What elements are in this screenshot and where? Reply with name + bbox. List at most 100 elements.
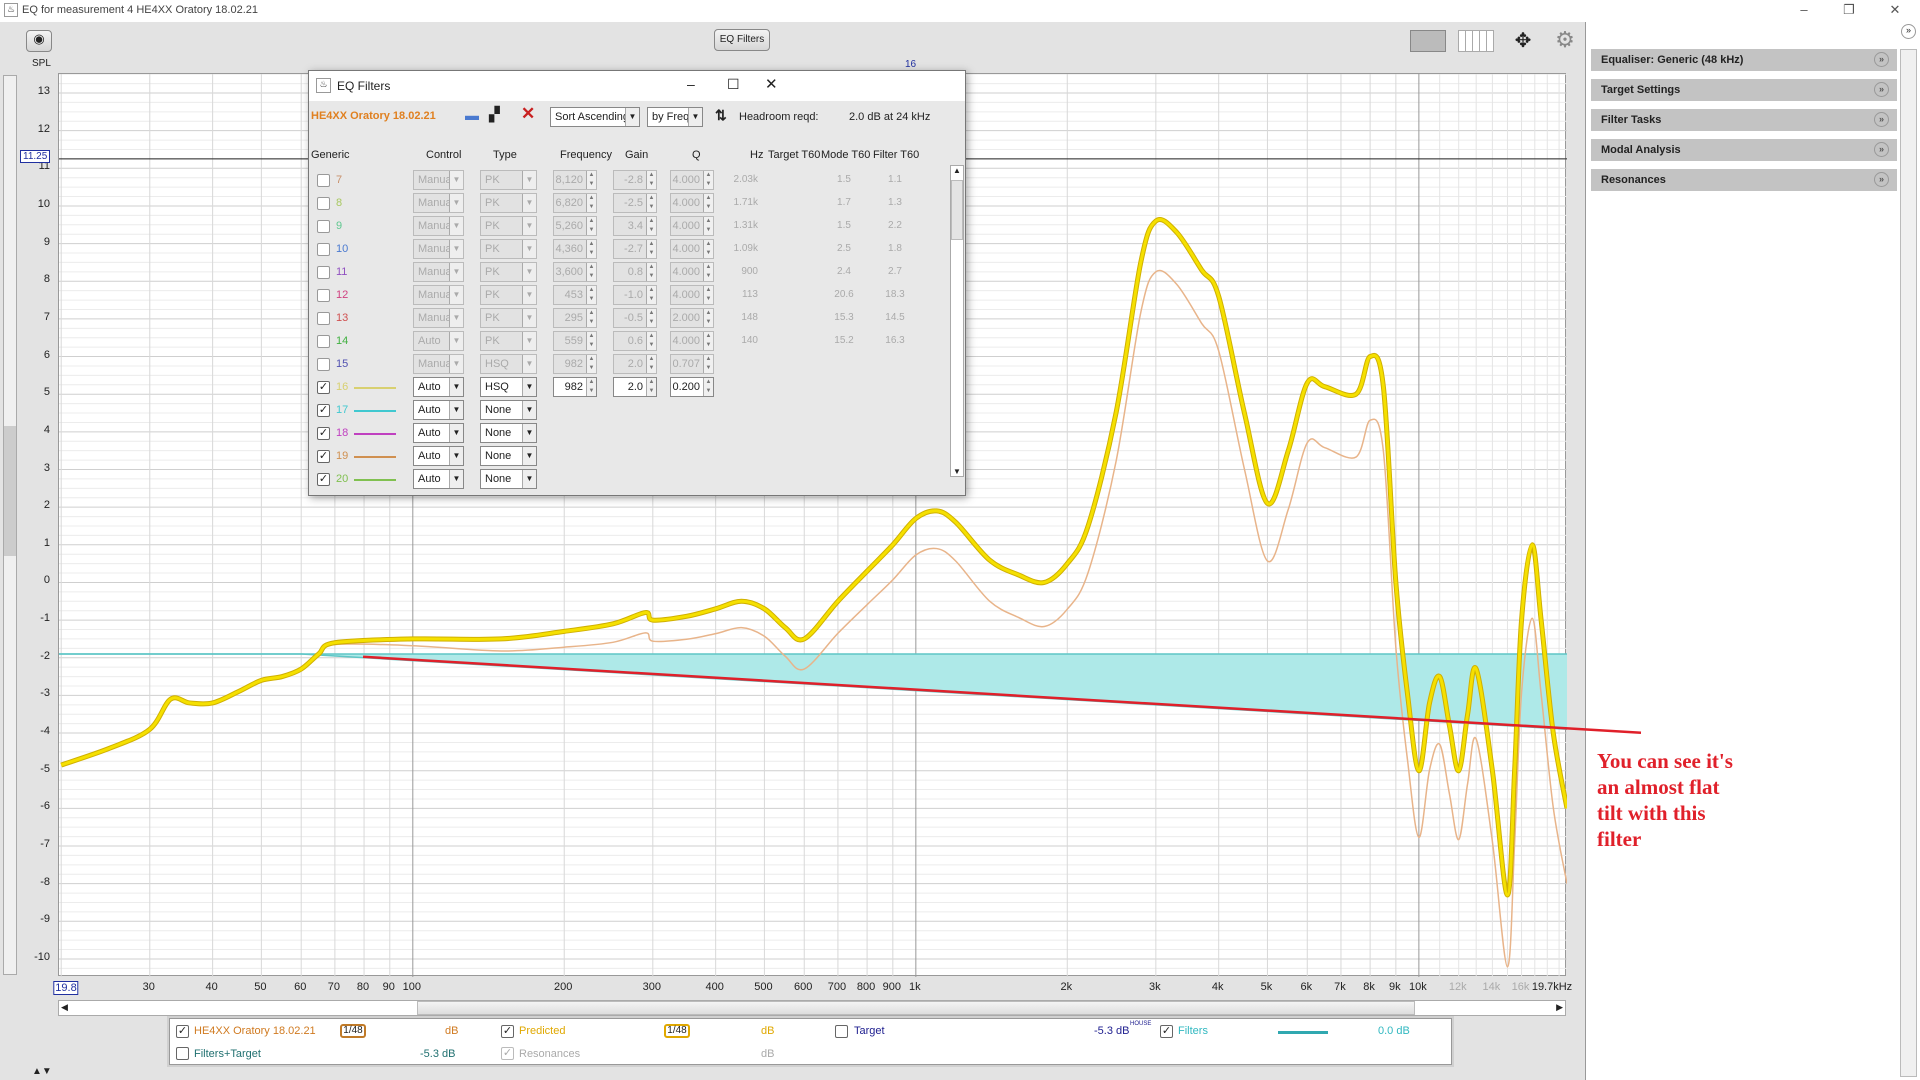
collapse-arrows-icon[interactable]: ▲▼: [32, 1066, 52, 1077]
dialog-maximize-button[interactable]: ☐: [727, 76, 740, 93]
right-panel-scrollbar[interactable]: [1900, 49, 1917, 1077]
control-select[interactable]: Auto ▼: [413, 400, 464, 420]
frequency-spinner[interactable]: 4,360 ▲ ▼: [553, 239, 597, 259]
gear-icon[interactable]: ⚙: [1552, 27, 1578, 53]
dialog-minimize-button[interactable]: –: [687, 76, 695, 92]
spinner-arrows-icon[interactable]: ▲ ▼: [586, 286, 596, 304]
spinner-arrows-icon[interactable]: ▲ ▼: [586, 217, 596, 235]
spinner-arrows-icon[interactable]: ▲ ▼: [586, 378, 596, 396]
spinner-arrows-icon[interactable]: ▲ ▼: [646, 332, 656, 350]
columns-icon[interactable]: [1458, 30, 1494, 52]
spinner-arrows-icon[interactable]: ▲ ▼: [703, 332, 713, 350]
gain-spinner[interactable]: 3.4 ▲ ▼: [613, 216, 657, 236]
q-spinner[interactable]: 0.200 ▲ ▼: [670, 377, 714, 397]
scroll-up-icon[interactable]: ▲: [953, 166, 961, 175]
filters-checkbox[interactable]: ✓: [1160, 1025, 1173, 1038]
spinner-arrows-icon[interactable]: ▲ ▼: [646, 355, 656, 373]
control-select[interactable]: Auto ▼: [413, 469, 464, 489]
spinner-arrows-icon[interactable]: ▲ ▼: [703, 286, 713, 304]
spinner-arrows-icon[interactable]: ▲ ▼: [586, 263, 596, 281]
camera-icon[interactable]: ◉: [26, 30, 52, 52]
q-spinner[interactable]: 4.000 ▲ ▼: [670, 193, 714, 213]
spinner-arrows-icon[interactable]: ▲ ▼: [703, 378, 713, 396]
control-select[interactable]: Manual ▼: [413, 193, 464, 213]
gain-spinner[interactable]: -2.5 ▲ ▼: [613, 193, 657, 213]
type-select[interactable]: None ▼: [480, 400, 537, 420]
q-spinner[interactable]: 4.000 ▲ ▼: [670, 170, 714, 190]
spinner-arrows-icon[interactable]: ▲ ▼: [646, 263, 656, 281]
measurement-checkbox[interactable]: ✓: [176, 1025, 189, 1038]
gain-spinner[interactable]: -2.8 ▲ ▼: [613, 170, 657, 190]
scroll-down-icon[interactable]: ▼: [953, 467, 961, 476]
q-spinner[interactable]: 4.000 ▲ ▼: [670, 216, 714, 236]
spinner-arrows-icon[interactable]: ▲ ▼: [586, 194, 596, 212]
horizontal-scroll-thumb[interactable]: [417, 1001, 1415, 1015]
type-select[interactable]: PK ▼: [480, 262, 537, 282]
filter-enable-checkbox[interactable]: [317, 197, 330, 210]
control-select[interactable]: Auto ▼: [413, 331, 464, 351]
spinner-arrows-icon[interactable]: ▲ ▼: [703, 240, 713, 258]
type-select[interactable]: PK ▼: [480, 239, 537, 259]
gain-spinner[interactable]: 0.6 ▲ ▼: [613, 331, 657, 351]
q-spinner[interactable]: 4.000 ▲ ▼: [670, 239, 714, 259]
filter-enable-checkbox[interactable]: [317, 266, 330, 279]
panel-section-2[interactable]: Filter Tasks »: [1591, 109, 1897, 131]
restore-button[interactable]: ❐: [1834, 2, 1864, 20]
q-spinner[interactable]: 2.000 ▲ ▼: [670, 308, 714, 328]
save-filters-icon[interactable]: ▞: [489, 106, 500, 123]
spinner-arrows-icon[interactable]: ▲ ▼: [646, 286, 656, 304]
delete-filters-icon[interactable]: ✕: [521, 104, 535, 124]
open-folder-icon[interactable]: ▬: [465, 107, 479, 123]
q-spinner[interactable]: 4.000 ▲ ▼: [670, 285, 714, 305]
frequency-spinner[interactable]: 5,260 ▲ ▼: [553, 216, 597, 236]
frequency-spinner[interactable]: 559 ▲ ▼: [553, 331, 597, 351]
scroll-left-icon[interactable]: ◀: [61, 1002, 68, 1013]
sort-by-select[interactable]: by Freq ▼: [647, 107, 703, 127]
spinner-arrows-icon[interactable]: ▲ ▼: [646, 171, 656, 189]
sort-order-select[interactable]: Sort Ascending ▼: [550, 107, 640, 127]
control-select[interactable]: Auto ▼: [413, 377, 464, 397]
spinner-arrows-icon[interactable]: ▲ ▼: [703, 309, 713, 327]
gain-spinner[interactable]: -1.0 ▲ ▼: [613, 285, 657, 305]
expand-chevron-icon[interactable]: »: [1874, 112, 1889, 127]
control-select[interactable]: Manual ▼: [413, 216, 464, 236]
spinner-arrows-icon[interactable]: ▲ ▼: [586, 309, 596, 327]
control-select[interactable]: Manual ▼: [413, 170, 464, 190]
spinner-arrows-icon[interactable]: ▲ ▼: [646, 309, 656, 327]
spinner-arrows-icon[interactable]: ▲ ▼: [586, 332, 596, 350]
control-select[interactable]: Manual ▼: [413, 285, 464, 305]
filter-enable-checkbox[interactable]: [317, 220, 330, 233]
type-select[interactable]: None ▼: [480, 469, 537, 489]
resonances-checkbox[interactable]: ✓: [501, 1047, 514, 1060]
type-select[interactable]: PK ▼: [480, 193, 537, 213]
filter-enable-checkbox[interactable]: [317, 243, 330, 256]
close-button[interactable]: ✕: [1880, 2, 1910, 20]
type-select[interactable]: PK ▼: [480, 170, 537, 190]
filter-enable-checkbox[interactable]: [317, 174, 330, 187]
expand-chevron-icon[interactable]: »: [1874, 172, 1889, 187]
frequency-spinner[interactable]: 982 ▲ ▼: [553, 377, 597, 397]
control-select[interactable]: Auto ▼: [413, 423, 464, 443]
spinner-arrows-icon[interactable]: ▲ ▼: [703, 171, 713, 189]
expand-chevron-icon[interactable]: »: [1874, 52, 1889, 67]
spinner-arrows-icon[interactable]: ▲ ▼: [586, 355, 596, 373]
spinner-arrows-icon[interactable]: ▲ ▼: [646, 194, 656, 212]
filter-enable-checkbox[interactable]: ✓: [317, 473, 330, 486]
filter-enable-checkbox[interactable]: [317, 289, 330, 302]
frequency-spinner[interactable]: 3,600 ▲ ▼: [553, 262, 597, 282]
gain-spinner[interactable]: -2.7 ▲ ▼: [613, 239, 657, 259]
move-arrows-icon[interactable]: ✥: [1506, 28, 1540, 54]
spinner-arrows-icon[interactable]: ▲ ▼: [703, 217, 713, 235]
spinner-arrows-icon[interactable]: ▲ ▼: [646, 217, 656, 235]
spinner-arrows-icon[interactable]: ▲ ▼: [646, 378, 656, 396]
type-select[interactable]: HSQ ▼: [480, 354, 537, 374]
gain-spinner[interactable]: 2.0 ▲ ▼: [613, 377, 657, 397]
filter-enable-checkbox[interactable]: [317, 358, 330, 371]
spinner-arrows-icon[interactable]: ▲ ▼: [586, 240, 596, 258]
panel-section-0[interactable]: Equaliser: Generic (48 kHz) »: [1591, 49, 1897, 71]
frequency-spinner[interactable]: 453 ▲ ▼: [553, 285, 597, 305]
q-spinner[interactable]: 4.000 ▲ ▼: [670, 331, 714, 351]
sort-direction-icon[interactable]: ⇅: [715, 107, 727, 124]
type-select[interactable]: PK ▼: [480, 285, 537, 305]
control-select[interactable]: Manual ▼: [413, 354, 464, 374]
